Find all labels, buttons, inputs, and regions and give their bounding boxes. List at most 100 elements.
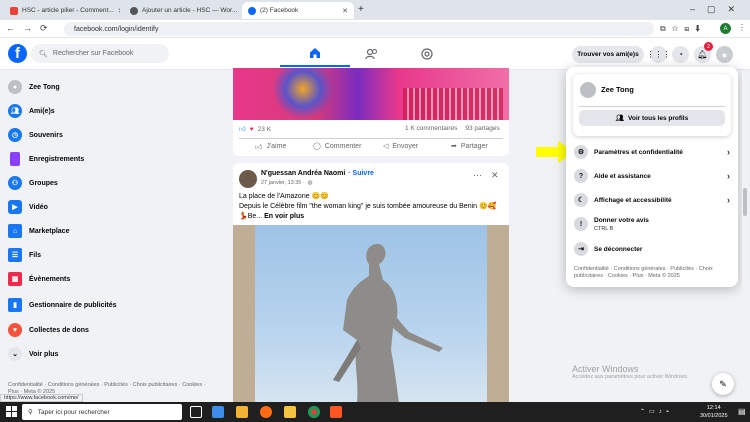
sidebar-item-label: Souvenirs [29, 131, 63, 139]
tab-title: Ajouter un article - HSC — Wor... [142, 7, 238, 14]
app-icon[interactable] [330, 406, 342, 418]
task-view-icon[interactable] [190, 406, 202, 418]
logout-icon: ⇥ [574, 242, 588, 256]
new-message-button[interactable]: ✎ [712, 373, 734, 395]
start-button[interactable] [6, 406, 17, 417]
comments-count[interactable]: 1 K commentaires [405, 125, 457, 132]
view-all-profiles-button[interactable]: 👥︎ Voir tous les profils [579, 110, 725, 126]
love-reaction-icon: ♥ [249, 125, 254, 133]
like-button[interactable]: 👍︎ J'aime [255, 142, 286, 151]
url-text: facebook.com/login/identify [74, 25, 159, 33]
browser-toolbar-icons[interactable]: ⧉☆⊞⬇ [660, 24, 706, 34]
share-icon: ➦ [451, 143, 457, 150]
menu-item-display[interactable]: ☾ Affichage et accessibilité › [574, 189, 730, 211]
url-field[interactable]: facebook.com/login/identify [64, 22, 654, 36]
post-stats: 1 K commentaires 93 partages [405, 125, 500, 132]
author-avatar[interactable] [239, 170, 257, 188]
shares-count[interactable]: 93 partages [465, 125, 499, 132]
see-more-link[interactable]: En voir plus [264, 213, 304, 220]
browser-profile-avatar[interactable]: A [720, 23, 731, 34]
menu-footer: Confidentialité · Conditions générales ·… [574, 266, 713, 279]
feedback-icon: ! [574, 217, 588, 231]
post-image-pattern [403, 88, 503, 120]
sidebar-item-profile[interactable]: ● Zee Tong [8, 76, 60, 98]
sidebar-item-video[interactable]: ▶ Vidéo [8, 196, 48, 218]
status-url: https://www.facebook.com/me/ [0, 394, 83, 402]
chevron-right-icon: › [727, 147, 730, 157]
account-avatar-button[interactable]: ● [716, 46, 733, 63]
firefox-icon[interactable] [260, 406, 272, 418]
browser-menu-icon[interactable]: ⋮ [738, 23, 746, 32]
profile-name[interactable]: Zee Tong [601, 85, 634, 94]
avatar[interactable] [580, 82, 596, 98]
post-image[interactable] [233, 225, 509, 402]
activate-windows-watermark: Activer Windows Accédez aux paramètres p… [572, 364, 688, 380]
menu-item-label: Aide et assistance [594, 172, 651, 180]
thumbs-up-icon: 👍︎ [255, 144, 263, 151]
page-scrollbar-track[interactable] [742, 70, 748, 400]
nav-buttons[interactable]: ←→⟳ [6, 23, 56, 34]
chrome-icon[interactable] [308, 406, 320, 418]
notifications-icon[interactable]: ▤ [738, 407, 746, 416]
sidebar-item-label: Ami(e)s [29, 107, 55, 115]
facebook-logo[interactable]: f [8, 44, 27, 63]
sidebar-item-groups[interactable]: ⚇ Groupes [8, 172, 58, 194]
browser-tab-active[interactable]: (2) Facebook ✕ [242, 2, 354, 19]
sidebar-item-fundraisers[interactable]: ♥ Collectes de dons [8, 319, 89, 341]
menu-item-settings[interactable]: ⚙ Paramètres et confidentialité › [574, 141, 730, 163]
gaming-icon [421, 48, 433, 60]
menu-item-logout[interactable]: ⇥ Se déconnecter [574, 238, 730, 260]
share-button[interactable]: ➦ Partager [451, 142, 488, 151]
teams-icon[interactable] [212, 406, 224, 418]
comment-icon: ◯ [313, 143, 321, 150]
sidebar-item-feeds[interactable]: ☰ Fils [8, 244, 41, 266]
browser-tab[interactable]: HSC - article pilier - Comment... ✕ [4, 2, 120, 19]
post-date[interactable]: 27 janvier, 13:35 · [261, 180, 305, 186]
system-tray-icons[interactable]: ⌃▭♪⌁ [640, 408, 673, 415]
menu-item-shortcut: CTRL B [594, 225, 614, 232]
sidebar-item-friends[interactable]: 👥︎ Ami(e)s [8, 100, 55, 122]
follow-link[interactable]: · Suivre [348, 170, 374, 177]
facebook-search-input[interactable]: 🔍︎ Rechercher sur Facebook [31, 44, 169, 63]
window-controls[interactable]: –▢✕ [690, 4, 747, 15]
send-button[interactable]: ◁ Envoyer [383, 142, 419, 151]
menu-item-label: Se déconnecter [594, 245, 643, 253]
page-scrollbar-thumb[interactable] [743, 188, 747, 216]
sidebar-item-see-more[interactable]: ⌄ Voir plus [8, 343, 58, 365]
more-options-icon[interactable]: ⋯ [473, 170, 482, 181]
messenger-button[interactable]: ◔ [672, 46, 689, 63]
gaming-tab[interactable] [392, 41, 462, 67]
menu-item-feedback[interactable]: ! Donner votre avis CTRL B [574, 213, 730, 235]
facebook-icon [248, 6, 256, 15]
notifications-button[interactable]: 🔔︎ 2 [694, 42, 713, 63]
close-icon[interactable]: ✕ [342, 7, 348, 15]
activate-subtitle: Accédez aux paramètres pour activer Wind… [572, 374, 689, 380]
taskbar-search-input[interactable]: ⚲ Taper ici pour rechercher [22, 404, 182, 420]
sidebar-item-marketplace[interactable]: ⌂ Marketplace [8, 220, 69, 242]
sidebar-item-label: Marketplace [29, 227, 70, 235]
sidebar-item-ads-manager[interactable]: ▮ Gestionnaire de publicités [8, 294, 117, 316]
sidebar-item-label: Enregistrements [29, 155, 85, 163]
menu-item-help[interactable]: ? Aide et assistance › [574, 165, 730, 187]
clock[interactable]: 12:14 30/01/2025 [700, 404, 728, 420]
find-friends-button[interactable]: Trouver vos ami(e)s [572, 46, 644, 63]
reactions-summary[interactable]: 👍︎ ♥ 23 K [239, 125, 271, 134]
menu-item-label: Affichage et accessibilité [594, 196, 672, 204]
comment-button[interactable]: ◯ Commenter [313, 142, 361, 151]
menu-grid-button[interactable]: ⋮⋮⋮ [647, 46, 671, 63]
sidebar-item-memories[interactable]: ◷ Souvenirs [8, 124, 63, 146]
search-icon: ⚲ [28, 409, 33, 416]
post-author[interactable]: N'guessan Andréa Naomi [261, 170, 345, 177]
send-label: Envoyer [392, 142, 419, 150]
close-icon[interactable]: ✕ [118, 7, 120, 15]
sidebar-item-events[interactable]: ▦ Évènements [8, 268, 70, 290]
store-icon[interactable] [236, 406, 248, 418]
moon-icon: ☾ [574, 193, 588, 207]
sidebar-item-saved[interactable]: Enregistrements [8, 148, 84, 170]
new-tab-button[interactable]: + [358, 4, 364, 15]
menu-item-label: Donner votre avis [594, 216, 649, 224]
browser-tab[interactable]: Ajouter un article - HSC — Wor... ✕ [124, 2, 240, 19]
close-icon[interactable]: ✕ [491, 170, 499, 181]
avatar: ● [721, 49, 728, 60]
file-explorer-icon[interactable] [284, 406, 296, 418]
